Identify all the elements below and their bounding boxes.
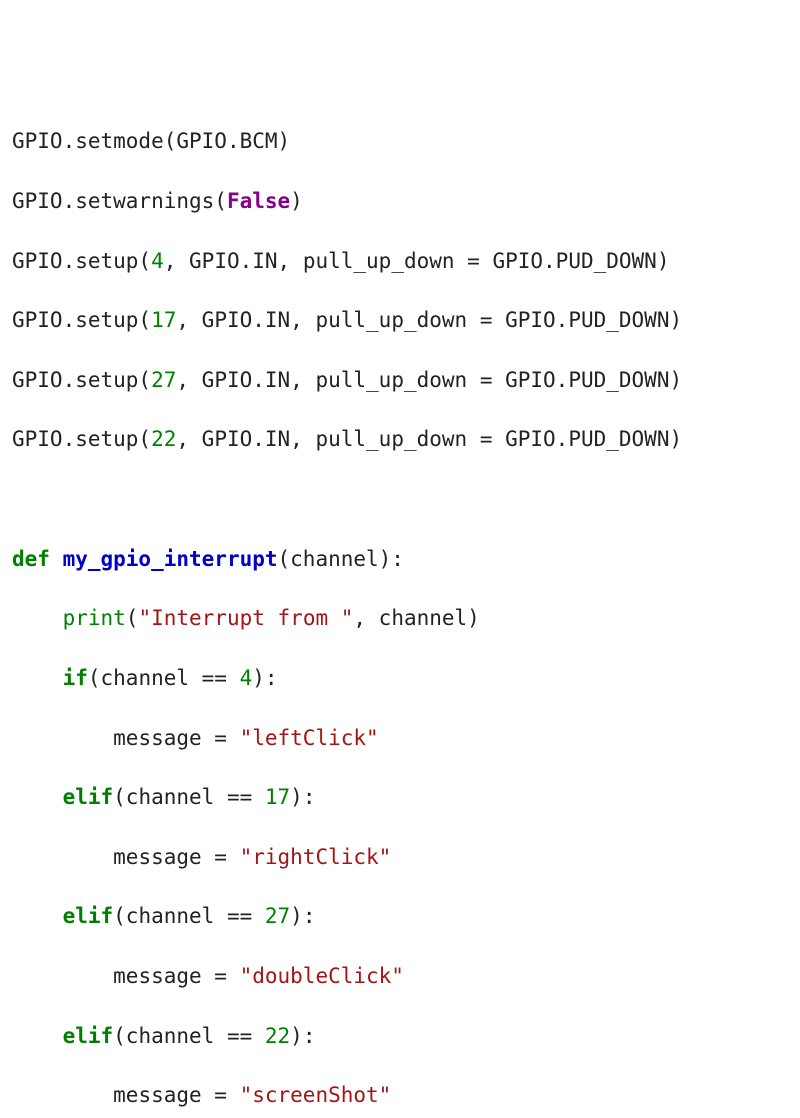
token-rest: .setup(	[63, 249, 152, 273]
code-line-11: message = "leftClick"	[12, 724, 788, 754]
code-line-14: elif(channel == 27):	[12, 902, 788, 932]
code-line-9: print("Interrupt from ", channel)	[12, 604, 788, 634]
code-line-10: if(channel == 4):	[12, 664, 788, 694]
code-line-12: elif(channel == 17):	[12, 783, 788, 813]
token-rest: )	[290, 189, 303, 213]
token-ident: GPIO	[12, 189, 63, 213]
token-number: 17	[265, 785, 290, 809]
token-number: 17	[151, 308, 176, 332]
code-line-8: def my_gpio_interrupt(channel):	[12, 545, 788, 575]
token-rest: , GPIO.IN, pull_up_down = GPIO.PUD_DOWN)	[164, 249, 670, 273]
token-ident: GPIO	[12, 368, 63, 392]
token-rest: , GPIO.IN, pull_up_down = GPIO.PUD_DOWN)	[176, 427, 682, 451]
token-keyword-elif: elif	[63, 1024, 114, 1048]
token-keyword-if: if	[63, 666, 88, 690]
token-number: 22	[151, 427, 176, 451]
token-rest: message =	[113, 964, 239, 988]
token-keyword-elif: elif	[63, 904, 114, 928]
token-indent	[12, 845, 113, 869]
token-rest: (channel ==	[113, 785, 265, 809]
code-line-17: message = "screenShot"	[12, 1081, 788, 1111]
token-string: "doubleClick"	[240, 964, 404, 988]
code-line-13: message = "rightClick"	[12, 843, 788, 873]
token-rest: .setup(	[63, 308, 152, 332]
token-rest: .setup(	[63, 427, 152, 451]
code-line-6: GPIO.setup(22, GPIO.IN, pull_up_down = G…	[12, 425, 788, 455]
code-line-16: elif(channel == 22):	[12, 1022, 788, 1052]
token-indent	[12, 1083, 113, 1107]
token-rest: .setmode(GPIO.BCM)	[63, 129, 291, 153]
token-indent	[12, 964, 113, 988]
token-indent	[12, 904, 63, 928]
token-rest: ):	[290, 1024, 315, 1048]
token-string: "Interrupt from "	[138, 606, 353, 630]
code-line-2: GPIO.setwarnings(False)	[12, 187, 788, 217]
token-rest: , GPIO.IN, pull_up_down = GPIO.PUD_DOWN)	[176, 368, 682, 392]
token-rest: (channel ==	[113, 1024, 265, 1048]
token-indent	[12, 1024, 63, 1048]
token-rest: ):	[290, 904, 315, 928]
token-number: 27	[265, 904, 290, 928]
token-indent	[12, 785, 63, 809]
code-line-4: GPIO.setup(17, GPIO.IN, pull_up_down = G…	[12, 306, 788, 336]
token-rest: message =	[113, 726, 239, 750]
token-builtin-print: print	[63, 606, 126, 630]
token-string: "rightClick"	[240, 845, 392, 869]
token-rest: ):	[290, 785, 315, 809]
token-number: 4	[240, 666, 253, 690]
token-rest: message =	[113, 1083, 239, 1107]
token-ident: GPIO	[12, 129, 63, 153]
token-string: "leftClick"	[240, 726, 379, 750]
code-line-5: GPIO.setup(27, GPIO.IN, pull_up_down = G…	[12, 366, 788, 396]
token-ident: GPIO	[12, 427, 63, 451]
code-line-3: GPIO.setup(4, GPIO.IN, pull_up_down = GP…	[12, 247, 788, 277]
code-line-15: message = "doubleClick"	[12, 962, 788, 992]
token-rest: (	[126, 606, 139, 630]
token-rest: .setwarnings(	[63, 189, 227, 213]
token-keyword-elif: elif	[63, 785, 114, 809]
token-rest: message =	[113, 845, 239, 869]
token-number: 22	[265, 1024, 290, 1048]
token-indent	[12, 666, 63, 690]
token-number: 27	[151, 368, 176, 392]
token-ident: GPIO	[12, 249, 63, 273]
token-rest: .setup(	[63, 368, 152, 392]
token-indent	[12, 726, 113, 750]
token-rest: (channel ==	[113, 904, 265, 928]
token-indent	[12, 606, 63, 630]
code-line-7-blank	[12, 485, 788, 515]
token-rest: , channel)	[353, 606, 479, 630]
token-false: False	[227, 189, 290, 213]
code-line-1: GPIO.setmode(GPIO.BCM)	[12, 127, 788, 157]
token-ident: GPIO	[12, 308, 63, 332]
token-rest: , GPIO.IN, pull_up_down = GPIO.PUD_DOWN)	[176, 308, 682, 332]
token-rest: (channel ==	[88, 666, 240, 690]
token-number: 4	[151, 249, 164, 273]
token-rest: ):	[252, 666, 277, 690]
token-string: "screenShot"	[240, 1083, 392, 1107]
